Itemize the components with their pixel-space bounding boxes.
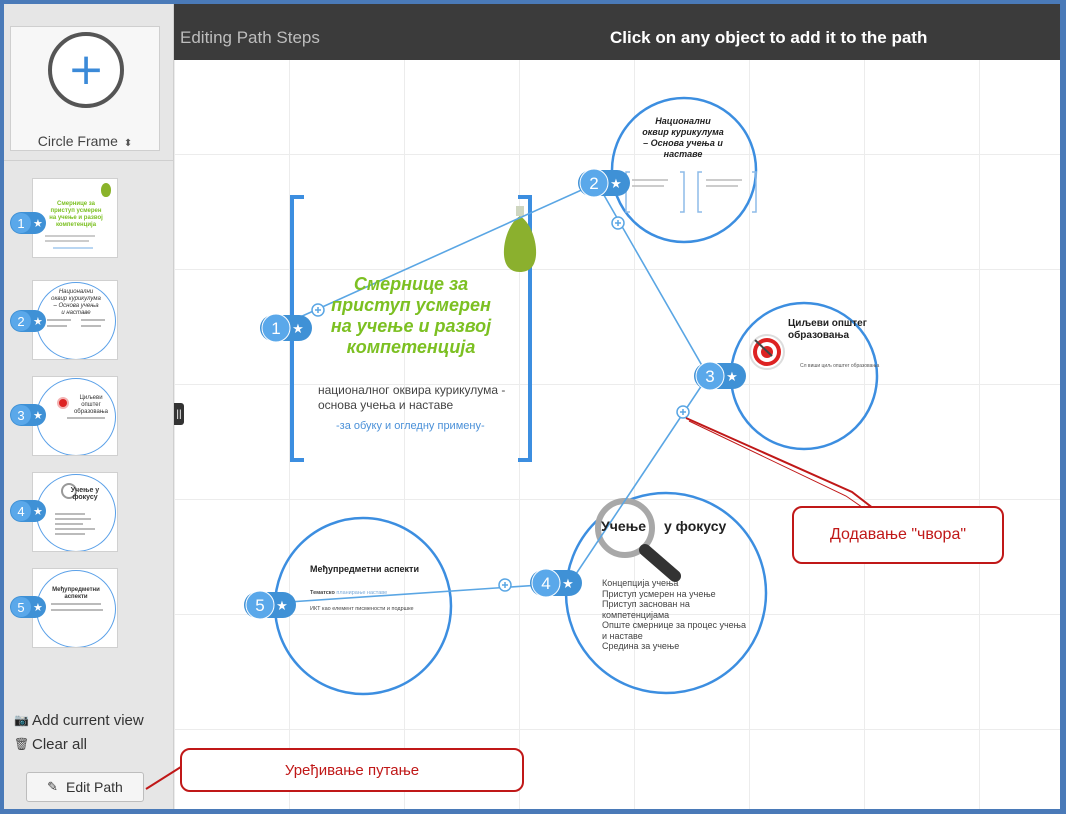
node-5-line-2: ИКТ као елемент писмености и подршке bbox=[310, 606, 414, 612]
subtitle-line: националног оквира курикулума - bbox=[318, 383, 506, 397]
list-item: Средина за учење bbox=[602, 641, 680, 651]
subtitle-line: основа учења и наставе bbox=[318, 398, 454, 412]
node-3-body: Сл виши циљ општег образовања bbox=[800, 363, 880, 369]
frame-type-label[interactable]: Circle Frame ⬍ bbox=[11, 133, 159, 149]
clear-all-label: Clear all bbox=[32, 735, 88, 753]
sidebar-actions: 📷 Add current view 🗑 Clear all bbox=[14, 708, 144, 756]
select-arrow-icon: ⬍ bbox=[123, 138, 133, 149]
node-5-line-1: Тематско планирање наставе bbox=[310, 590, 450, 596]
step-number: 4 bbox=[11, 501, 31, 521]
page-title: Editing Path Steps bbox=[180, 28, 320, 47]
instruction-hint: Click on any object to add it to the pat… bbox=[610, 28, 928, 47]
edit-path-button[interactable]: ✎ Edit Path bbox=[26, 772, 144, 802]
list-item: Опште смернице за процес учења bbox=[602, 620, 746, 630]
node-3-title[interactable]: Циљеви општег образовања bbox=[788, 318, 868, 342]
line-rest: планирање наставе bbox=[334, 590, 388, 596]
title-line: оквир курикулума bbox=[642, 127, 724, 137]
path-step-badge-2[interactable]: 2 ★ bbox=[10, 310, 46, 332]
path-step-badge-4[interactable]: 4 ★ bbox=[10, 500, 46, 522]
title-line: приступ усмерен bbox=[331, 295, 491, 315]
title-line: компетенција bbox=[346, 337, 476, 357]
bulb-icon bbox=[101, 183, 111, 197]
node-2-title[interactable]: Национални оквир курикулума – Основа уче… bbox=[640, 116, 726, 160]
path-step-badge-1[interactable]: 1 ★ bbox=[10, 212, 46, 234]
path-step-number-2[interactable]: 2 bbox=[585, 174, 603, 194]
heading-word: Учење bbox=[601, 518, 647, 534]
node-4-list[interactable]: Концепција учења Приступ усмерен на учењ… bbox=[602, 578, 764, 652]
node-4-title[interactable]: Учење у фокусу bbox=[601, 518, 751, 534]
title-line: Смернице за bbox=[353, 274, 469, 294]
path-sidebar: + Circle Frame ⬍ Смернице за приступ усме… bbox=[4, 4, 174, 809]
sidebar-divider bbox=[4, 160, 174, 161]
pencil-icon: ✎ bbox=[47, 779, 59, 795]
clear-all-button[interactable]: 🗑 Clear all bbox=[14, 732, 144, 756]
title-line: наставе bbox=[663, 149, 703, 159]
main-frame-subtitle[interactable]: националног оквира курикулума - основа у… bbox=[318, 383, 508, 413]
step-number: 5 bbox=[11, 597, 31, 617]
top-bar: Editing Path Steps Click on any object t… bbox=[174, 4, 1060, 60]
node-5-title[interactable]: Међупредметни аспекти bbox=[310, 564, 430, 574]
thumbnail-title: Циљеви општег образовања bbox=[73, 395, 109, 415]
path-step-badge-3[interactable]: 3 ★ bbox=[10, 404, 46, 426]
frame-type-picker[interactable]: + Circle Frame ⬍ bbox=[10, 26, 160, 151]
list-item: Приступ заснован на bbox=[602, 599, 690, 609]
step-number: 2 bbox=[11, 311, 31, 331]
step-number: 1 bbox=[11, 213, 31, 233]
target-icon bbox=[57, 397, 69, 409]
callout-add-node: Додавање "чвора" bbox=[792, 506, 1004, 564]
path-step-number-3[interactable]: 3 bbox=[701, 367, 719, 387]
step-number: 3 bbox=[11, 405, 31, 425]
title-line: на учење и развој bbox=[330, 316, 492, 336]
star-icon: ★ bbox=[33, 217, 43, 230]
star-icon: ★ bbox=[33, 409, 43, 422]
line-bold: Тематско bbox=[310, 590, 335, 596]
add-current-view-button[interactable]: 📷 Add current view bbox=[14, 708, 144, 732]
path-step-number-1[interactable]: 1 bbox=[267, 319, 285, 339]
main-frame-title[interactable]: Смернице за приступ усмерен на учење и р… bbox=[308, 274, 514, 358]
star-icon: ★ bbox=[33, 505, 43, 518]
main-frame-link[interactable]: -за обуку и огледну примену- bbox=[336, 420, 496, 432]
collapse-sidebar-handle[interactable]: || bbox=[174, 403, 184, 425]
trash-icon: 🗑 bbox=[14, 737, 30, 751]
thumbnail-title: Смернице за приступ усмерен на учење и р… bbox=[49, 201, 103, 228]
title-line: – Основа учења и bbox=[643, 138, 723, 148]
heading-rest: у фокусу bbox=[664, 518, 727, 534]
path-step-number-4[interactable]: 4 bbox=[537, 574, 555, 594]
star-icon: ★ bbox=[33, 315, 43, 328]
plus-icon: + bbox=[67, 44, 105, 95]
star-icon: ★ bbox=[33, 601, 43, 614]
thumbnail-title: Национални оквир курикулума – Основа уче… bbox=[51, 289, 101, 316]
add-current-view-label: Add current view bbox=[32, 711, 144, 729]
circle-frame-preview: + bbox=[48, 32, 124, 108]
list-item: Концепција учења bbox=[602, 578, 679, 588]
thumbnail-title: Међупредметни аспекти bbox=[52, 587, 100, 600]
path-step-badge-5[interactable]: 5 ★ bbox=[10, 596, 46, 618]
camera-icon: 📷 bbox=[14, 713, 29, 727]
title-line: образовања bbox=[788, 330, 850, 341]
path-step-number-5[interactable]: 5 bbox=[251, 596, 269, 616]
callout-edit-path: Уређивање путање bbox=[180, 748, 524, 792]
prezi-canvas[interactable] bbox=[174, 60, 1060, 809]
list-item: и наставе bbox=[602, 630, 643, 641]
edit-path-label: Edit Path bbox=[66, 779, 123, 795]
thumbnail-title: Учење у фокусу bbox=[70, 487, 100, 501]
title-line: Национални bbox=[655, 116, 711, 126]
title-line: Циљеви општег bbox=[788, 318, 867, 329]
list-item: Приступ усмерен на учење bbox=[602, 588, 716, 599]
list-item: компетенцијама bbox=[602, 609, 670, 620]
